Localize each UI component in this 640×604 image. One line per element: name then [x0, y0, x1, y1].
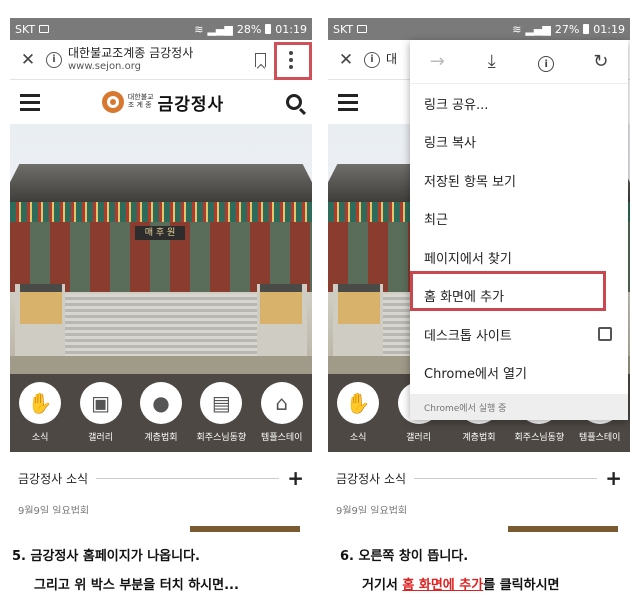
caption-right-line1: 6. 오른쪽 창이 뜹니다.: [340, 549, 469, 564]
temple-signboard: 매 후 원: [135, 226, 185, 240]
search-icon[interactable]: [285, 94, 302, 110]
battery-icon: [583, 24, 590, 34]
news-title: 금강정사 소식: [336, 471, 407, 486]
temple-icon: ⌂: [260, 382, 303, 424]
picture-icon: ▣: [79, 382, 122, 424]
plus-icon[interactable]: +: [605, 466, 622, 490]
status-bar: SKT ≋ ▂▄▆ 28% 01:19: [10, 18, 312, 40]
menu-item-saved-items[interactable]: 저장된 항목 보기: [410, 161, 628, 200]
book-icon: ▤: [200, 382, 243, 424]
quick-menu-item-abbot[interactable]: ▤ 회주스님동향: [191, 382, 251, 452]
wifi-icon: ≋: [194, 22, 204, 36]
caption-step-5: 5. 금강정사 홈페이지가 나옵니다. 그리고 위 박스 부분을 터치 하시면.…: [12, 545, 322, 593]
status-bar: SKT ≋ ▂▄▆ 27% 01:19: [328, 18, 630, 40]
chrome-overflow-menu: → ⤓ i ↻ 링크 공유... 링크 복사 저장된 항목 보기 최근 페이지에…: [410, 40, 628, 420]
menu-item-desktop-site[interactable]: 데스크톱 사이트: [410, 315, 628, 354]
quick-menu: ✋ 소식 ▣ 갤러리 ● 계층법회 ▤ 회주스님동향 ⌂ 템플스테이: [10, 374, 312, 452]
menu-item-copy-link[interactable]: 링크 복사: [410, 123, 628, 162]
battery-percent: 27%: [554, 22, 580, 36]
menu-footer: Chrome에서 실행 중: [410, 394, 628, 420]
logo-mark-icon: [101, 91, 124, 113]
clock: 01:19: [593, 22, 625, 36]
highlight-box-menu-button: [274, 42, 312, 80]
close-icon[interactable]: ✕: [16, 48, 40, 72]
page-url: www.sejon.org: [68, 60, 141, 72]
carrier-label: SKT: [333, 22, 354, 36]
browser-url-bar: ✕ i 대한불교조계종 금강정사 www.sejon.org: [10, 40, 312, 80]
news-thumbnail[interactable]: [190, 526, 300, 532]
page-title: 대한불교조계종 금강정사: [68, 46, 194, 61]
hamburger-menu-icon[interactable]: [20, 93, 40, 111]
hands-icon: ✋: [337, 382, 380, 424]
forward-arrow-icon[interactable]: →: [423, 51, 451, 72]
caption-left-line1: 5. 금강정사 홈페이지가 나옵니다.: [12, 549, 200, 564]
menu-item-share-link[interactable]: 링크 공유...: [410, 84, 628, 123]
site-logo[interactable]: 대한불교 조 계 종 금강정사: [101, 90, 225, 115]
news-thumbnail[interactable]: [508, 526, 618, 532]
plus-icon[interactable]: +: [287, 466, 304, 490]
quick-menu-item-templestay[interactable]: ⌂ 템플스테이: [252, 382, 312, 452]
info-icon[interactable]: i: [364, 51, 380, 68]
logo-title: 금강정사: [157, 94, 225, 115]
quick-menu-item-gallery[interactable]: ▣ 갤러리: [71, 382, 131, 452]
refresh-icon[interactable]: ↻: [587, 51, 615, 72]
news-section: 금강정사 소식 + 9월9일 일요법회: [328, 452, 630, 514]
signal-icon: ▂▄▆: [525, 22, 551, 36]
logo-subtitle: 대한불교 조 계 종: [127, 93, 154, 109]
page-info-icon[interactable]: i: [532, 51, 560, 73]
quick-menu-item-news[interactable]: ✋ 소식: [328, 382, 388, 452]
signal-icon: ▂▄▆: [207, 22, 233, 36]
hamburger-menu-icon[interactable]: [338, 93, 358, 111]
quick-menu-item-dharma[interactable]: ● 계층법회: [131, 382, 191, 452]
menu-icon-row: → ⤓ i ↻: [410, 40, 628, 84]
news-item[interactable]: 9월9일 일요법회: [18, 502, 304, 514]
battery-percent: 28%: [236, 22, 262, 36]
screenshot-right: SKT ≋ ▂▄▆ 27% 01:19 ✕ i 대 ✋ 소식 ▣: [328, 18, 630, 532]
menu-item-open-in-chrome[interactable]: Chrome에서 열기: [410, 354, 628, 393]
caption-left-line2: 그리고 위 박스 부분을 터치 하시면...: [34, 578, 239, 593]
site-header: 대한불교 조 계 종 금강정사: [10, 80, 312, 124]
person-icon: ●: [139, 382, 182, 424]
quick-menu-item-news[interactable]: ✋ 소식: [10, 382, 70, 452]
wifi-icon: ≋: [512, 22, 522, 36]
menu-item-recent[interactable]: 최근: [410, 200, 628, 239]
news-section: 금강정사 소식 + 9월9일 일요법회: [10, 452, 312, 514]
url-bar-titles[interactable]: 대한불교조계종 금강정사 www.sejon.org: [68, 46, 255, 72]
hands-icon: ✋: [19, 382, 62, 424]
gallery-notification-icon: [39, 25, 50, 33]
close-icon[interactable]: ✕: [334, 48, 358, 72]
caption-highlight: 홈 화면에 추가: [402, 578, 484, 593]
screenshot-left: SKT ≋ ▂▄▆ 28% 01:19 ✕ i 대한불교조계종 금강정사 www…: [10, 18, 312, 532]
news-item[interactable]: 9월9일 일요법회: [336, 502, 622, 514]
caption-right-line2: 거기서 홈 화면에 추가를 클릭하시면: [362, 578, 560, 593]
highlight-box-add-to-home: [410, 271, 606, 311]
gallery-notification-icon: [357, 25, 368, 33]
desktop-site-label: 데스크톱 사이트: [424, 328, 512, 344]
news-title: 금강정사 소식: [18, 471, 89, 486]
info-icon[interactable]: i: [46, 51, 62, 68]
download-icon[interactable]: ⤓: [478, 51, 506, 72]
caption-step-6: 6. 오른쪽 창이 뜹니다. 거기서 홈 화면에 추가를 클릭하시면: [340, 545, 640, 593]
bookmark-icon[interactable]: [255, 52, 266, 67]
carrier-label: SKT: [15, 22, 36, 36]
hero-temple-image: 매 후 원: [10, 124, 312, 374]
clock: 01:19: [275, 22, 307, 36]
battery-icon: [265, 24, 272, 34]
desktop-site-checkbox[interactable]: [598, 327, 612, 342]
